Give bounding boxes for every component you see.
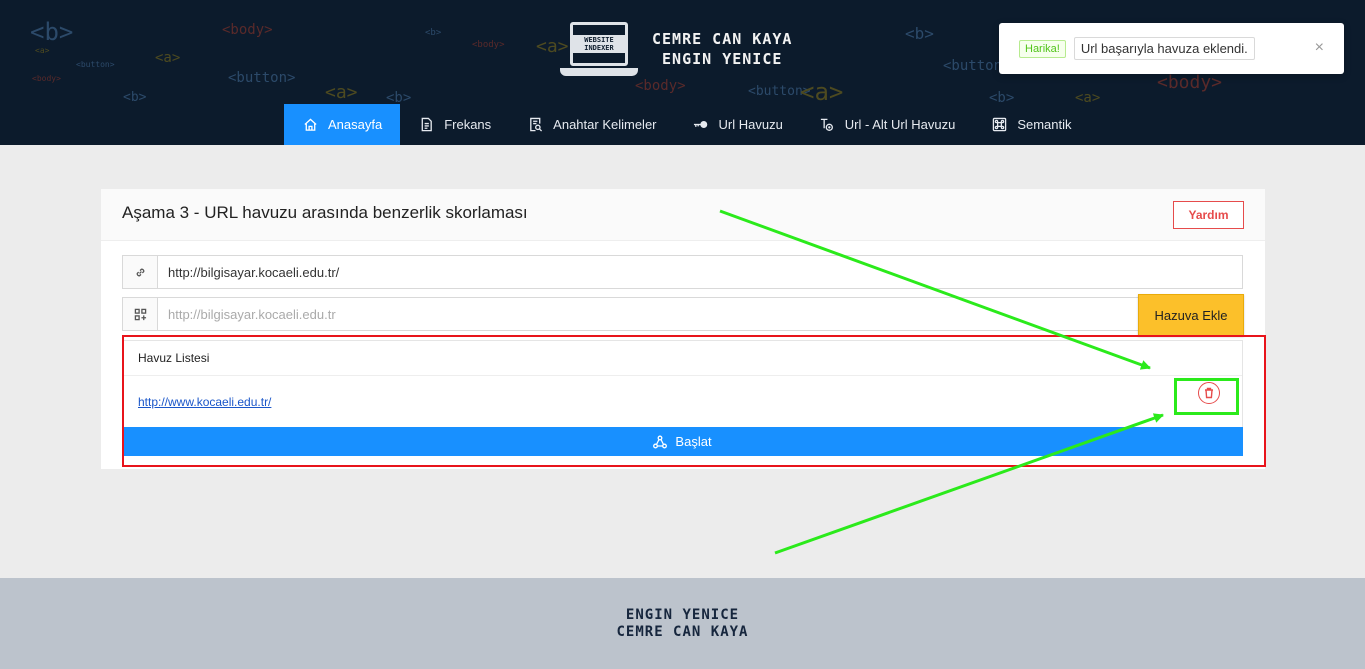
link-icon <box>123 256 158 288</box>
key-icon <box>693 117 709 133</box>
nav-label: Url - Alt Url Havuzu <box>844 117 956 132</box>
bg-tag: <b> <box>905 24 934 43</box>
nav-item-semantik[interactable]: Semantik <box>973 104 1089 145</box>
pool-list-header: Havuz Listesi <box>123 341 1242 376</box>
success-tag: Harika! <box>1019 39 1066 58</box>
bg-tag: <b> <box>30 18 74 46</box>
bg-tag: <a> <box>325 82 358 103</box>
brand-line-1: CEMRE CAN KAYA <box>652 30 793 48</box>
nav-item-anahtar-kelimeler[interactable]: Anahtar Kelimeler <box>509 104 674 145</box>
start-label: Başlat <box>675 434 712 449</box>
main-nav: Anasayfa Frekans Anahtar Kelimeler Url H… <box>284 104 1090 145</box>
bg-tag: <body> <box>472 40 505 50</box>
bg-tag: <body> <box>1157 72 1223 93</box>
brand-names: CEMRE CAN KAYA ENGIN YENICE <box>652 29 792 69</box>
url-input-group <box>122 255 1243 289</box>
cluster-icon <box>819 117 835 133</box>
brand-logo[interactable]: WEBSITE INDEXER CEMRE CAN KAYA ENGIN YEN… <box>560 20 792 78</box>
list-item: http://www.kocaeli.edu.tr/ <box>123 376 1242 428</box>
success-notification: Harika! Url başarıyla havuza eklendi. × <box>999 23 1344 74</box>
pool-list: Havuz Listesi http://www.kocaeli.edu.tr/ <box>122 340 1243 428</box>
card-header: Aşama 3 - URL havuzu arasında benzerlik … <box>101 189 1265 241</box>
home-icon <box>302 117 318 133</box>
nav-item-url-alt-url-havuzu[interactable]: Url - Alt Url Havuzu <box>801 104 974 145</box>
bg-tag: <a> <box>800 78 844 106</box>
delete-button[interactable] <box>1198 382 1220 404</box>
nav-label: Anasayfa <box>328 117 383 132</box>
bg-tag: <button> <box>228 70 296 86</box>
pool-url-input[interactable] <box>158 298 1242 330</box>
nav-item-url-havuzu[interactable]: Url Havuzu <box>675 104 801 145</box>
file-search-icon <box>527 117 543 133</box>
footer-line-2: CEMRE CAN KAYA <box>616 623 749 640</box>
nav-label: Url Havuzu <box>718 117 783 132</box>
bg-tag: <b> <box>425 28 442 38</box>
page-title: Aşama 3 - URL havuzu arasında benzerlik … <box>122 203 528 222</box>
append-icon <box>123 298 158 330</box>
bg-tag: <button> <box>76 60 115 69</box>
start-button[interactable]: Başlat <box>122 427 1243 456</box>
footer-line-1: ENGIN YENICE <box>625 606 740 623</box>
pool-input-group: Hazuva Ekle <box>122 294 1244 336</box>
nav-item-anasayfa[interactable]: Anasayfa <box>284 104 401 145</box>
nav-label: Frekans <box>444 117 492 132</box>
nav-label: Semantik <box>1017 117 1072 132</box>
notification-message: Url başarıyla havuza eklendi. <box>1073 37 1255 60</box>
add-to-pool-button[interactable]: Hazuva Ekle <box>1138 294 1244 336</box>
brand-line-2: ENGIN YENICE <box>662 50 783 68</box>
close-icon[interactable]: × <box>1315 39 1324 57</box>
bg-tag: <body> <box>635 78 686 94</box>
bg-tag: <b> <box>123 90 147 105</box>
footer: ENGIN YENICE CEMRE CAN KAYA <box>0 578 1365 669</box>
nav-item-frekans[interactable]: Frekans <box>400 104 509 145</box>
bg-tag: <body> <box>32 74 61 83</box>
bg-tag: <a> <box>35 46 50 55</box>
bg-tag: <a> <box>155 50 181 66</box>
command-icon <box>991 117 1007 133</box>
bg-tag: <body> <box>222 22 273 38</box>
laptop-logo-icon: WEBSITE INDEXER <box>560 20 638 78</box>
nav-label: Anahtar Kelimeler <box>553 117 657 132</box>
url-input[interactable] <box>158 256 1242 288</box>
deployment-icon <box>653 435 675 449</box>
pool-url-link[interactable]: http://www.kocaeli.edu.tr/ <box>138 395 271 409</box>
trash-icon <box>1203 387 1215 399</box>
logo-text: WEBSITE INDEXER <box>573 35 625 53</box>
stage-card: Aşama 3 - URL havuzu arasında benzerlik … <box>101 189 1265 469</box>
file-icon <box>418 117 434 133</box>
help-button[interactable]: Yardım <box>1173 201 1244 229</box>
